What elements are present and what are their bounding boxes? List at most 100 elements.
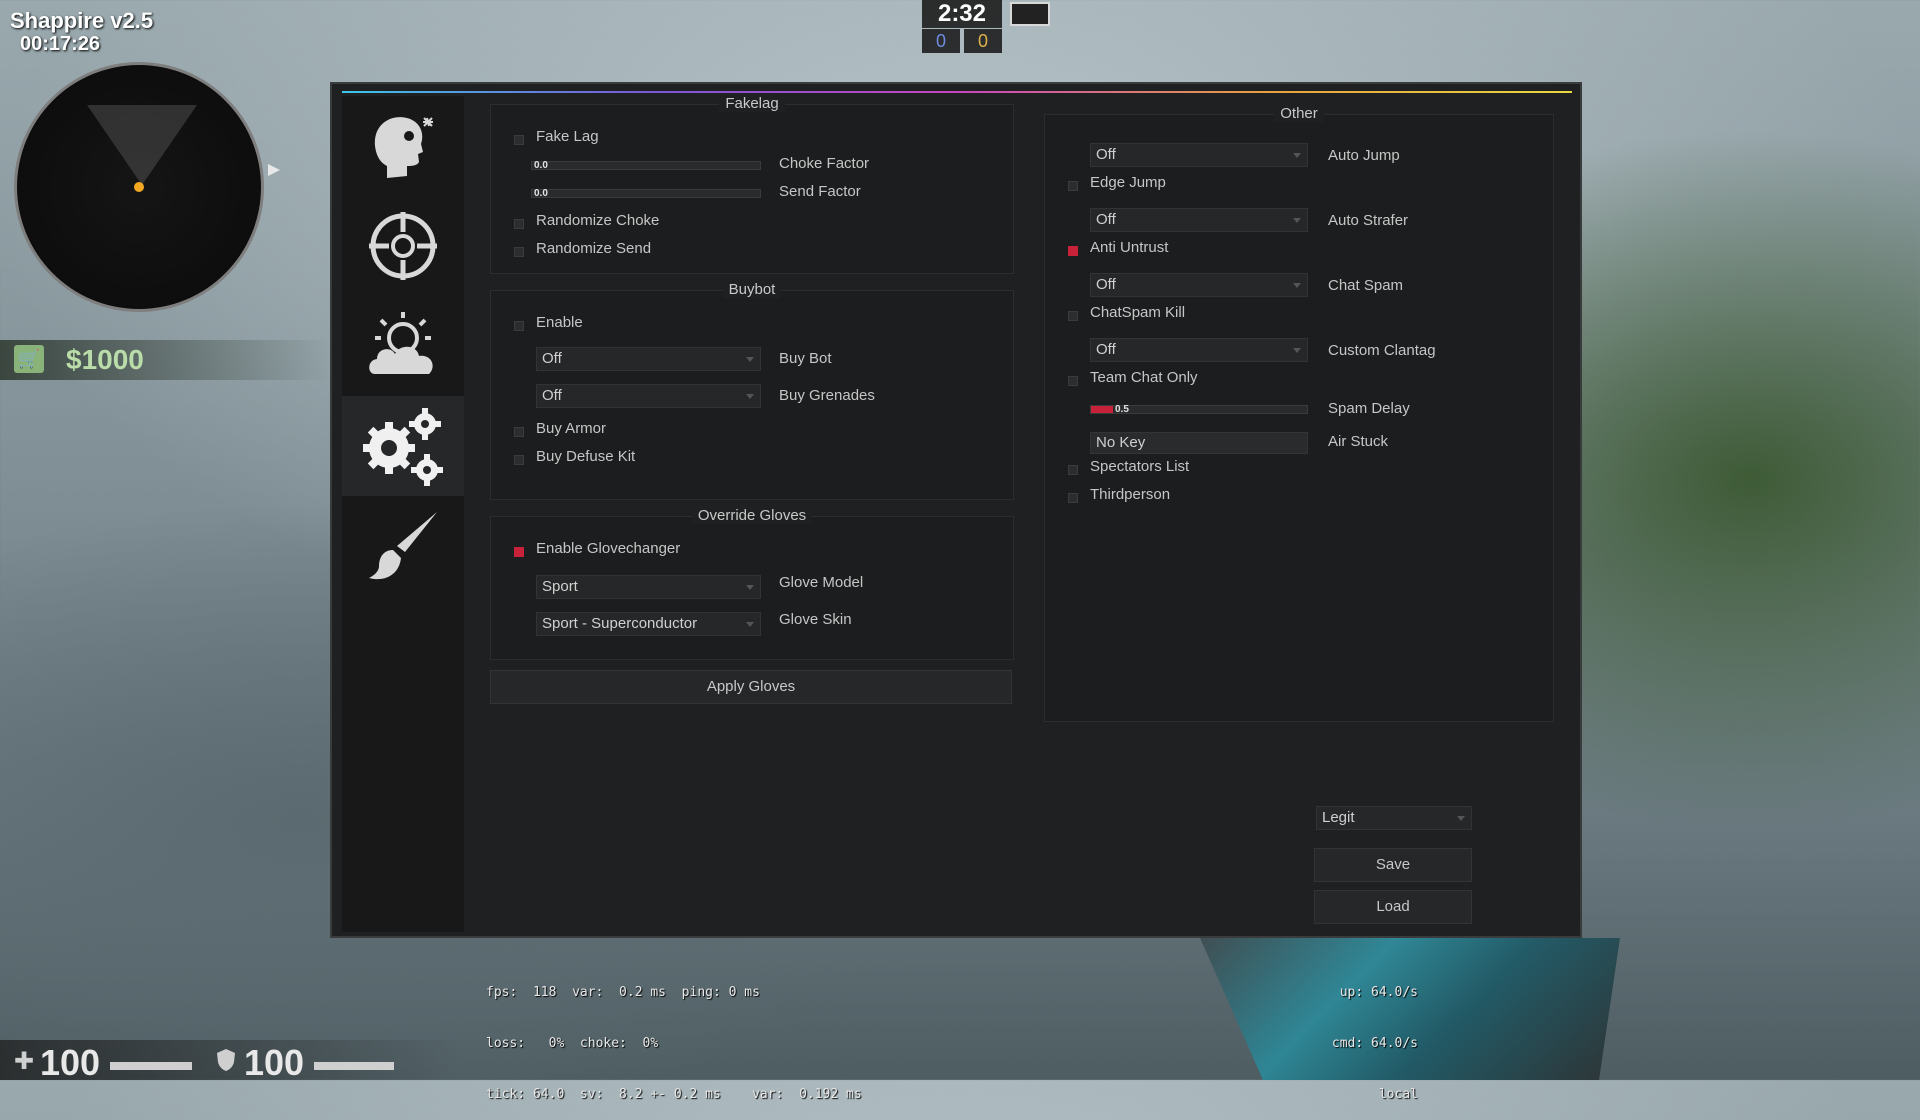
- netgraph-local: local: [1378, 1087, 1418, 1102]
- score-ct: 0: [922, 29, 960, 53]
- score-t: 0: [964, 29, 1002, 53]
- radar: [14, 62, 264, 312]
- health-value: 100: [40, 1042, 101, 1083]
- config-selected-value: Legit: [1322, 809, 1355, 826]
- config-dropdown[interactable]: Legit: [1316, 806, 1472, 830]
- randomize-choke-label: Randomize Choke: [536, 212, 660, 229]
- tab-misc[interactable]: [342, 396, 464, 496]
- armor-shield-icon: [217, 1049, 235, 1071]
- randomize-send-checkbox[interactable]: [514, 247, 524, 257]
- session-time: 00:17:26: [20, 33, 101, 55]
- tab-skins[interactable]: [342, 496, 464, 596]
- spectators-list-checkbox[interactable]: [1068, 465, 1078, 475]
- cheat-title: Shappire v2.5: [10, 8, 154, 33]
- chatspam-kill-label: ChatSpam Kill: [1090, 304, 1186, 321]
- chevron-down-icon: [746, 394, 754, 399]
- auto-jump-label: Auto Jump: [1328, 147, 1400, 164]
- override-gloves-group: Override Gloves Enable Glovechanger Spor…: [490, 507, 1014, 660]
- chevron-down-icon: [1293, 218, 1301, 223]
- spam-delay-fill: [1091, 406, 1113, 413]
- radar-view-cone: [87, 105, 197, 185]
- override-gloves-title: Override Gloves: [691, 507, 813, 524]
- save-config-button[interactable]: Save: [1314, 848, 1472, 882]
- auto-jump-value: Off: [1096, 146, 1116, 163]
- team-chat-only-checkbox[interactable]: [1068, 376, 1078, 386]
- radar-arrow-icon: [268, 164, 280, 176]
- tab-visuals[interactable]: [342, 296, 464, 396]
- edge-jump-label: Edge Jump: [1090, 174, 1166, 191]
- round-timer: 2:32: [922, 0, 1002, 28]
- spam-delay-label: Spam Delay: [1328, 400, 1410, 417]
- menu-sidebar: [342, 96, 464, 932]
- money-amount: $1000: [66, 344, 144, 375]
- glove-model-dropdown[interactable]: Sport: [536, 575, 761, 599]
- auto-strafer-dropdown[interactable]: Off: [1090, 208, 1308, 232]
- chat-spam-dropdown[interactable]: Off: [1090, 273, 1308, 297]
- custom-clantag-dropdown[interactable]: Off: [1090, 338, 1308, 362]
- chatspam-kill-checkbox[interactable]: [1068, 311, 1078, 321]
- chat-spam-label: Chat Spam: [1328, 277, 1404, 294]
- thirdperson-label: Thirdperson: [1090, 486, 1171, 503]
- crosshair-icon: [369, 212, 437, 280]
- buy-defuse-kit-label: Buy Defuse Kit: [536, 448, 636, 465]
- health-meter: [110, 1062, 192, 1070]
- buy-cart-icon: 🛒: [14, 345, 44, 373]
- load-config-button[interactable]: Load: [1314, 890, 1472, 924]
- randomize-choke-checkbox[interactable]: [514, 219, 524, 229]
- netgraph-up-rate: up: 64.0/s: [1339, 985, 1418, 1000]
- choke-factor-label: Choke Factor: [779, 155, 870, 172]
- buy-grenades-value: Off: [542, 387, 562, 404]
- buybot-group: Buybot Enable Off Buy Bot Off Buy Grenad…: [490, 281, 1014, 500]
- netgraph-line-fps: fps: 118 var: 0.2 ms ping: 0 ms: [486, 985, 760, 1000]
- spectators-list-label: Spectators List: [1090, 458, 1190, 475]
- air-stuck-keybind[interactable]: No Key: [1090, 432, 1308, 454]
- buy-armor-label: Buy Armor: [536, 420, 607, 437]
- edge-jump-checkbox[interactable]: [1068, 181, 1078, 191]
- team-badge-icon: [1010, 2, 1050, 26]
- chevron-down-icon: [1293, 153, 1301, 158]
- radar-player-dot: [134, 182, 144, 192]
- netgraph-line-loss: loss: 0% choke: 0%: [486, 1036, 659, 1051]
- auto-strafer-value: Off: [1096, 211, 1116, 228]
- tab-legitbot[interactable]: [342, 196, 464, 296]
- fakelag-title: Fakelag: [719, 95, 785, 112]
- team-chat-only-label: Team Chat Only: [1090, 369, 1198, 386]
- netgraph: fps: 118 var: 0.2 ms ping: 0 ms loss: 0%…: [486, 950, 862, 1120]
- chevron-down-icon: [746, 622, 754, 627]
- glove-skin-label: Glove Skin: [779, 611, 852, 628]
- air-stuck-label: Air Stuck: [1328, 433, 1389, 450]
- other-title: Other: [1274, 105, 1324, 122]
- auto-jump-dropdown[interactable]: Off: [1090, 143, 1308, 167]
- enable-glovechanger-label: Enable Glovechanger: [536, 540, 681, 557]
- buy-defuse-kit-checkbox[interactable]: [514, 455, 524, 465]
- anti-untrust-checkbox[interactable]: [1068, 246, 1078, 256]
- buybot-enable-checkbox[interactable]: [514, 321, 524, 331]
- buy-grenades-dropdown[interactable]: Off: [536, 384, 761, 408]
- other-group: Other Off Auto Jump Edge Jump Off Auto S…: [1044, 105, 1554, 722]
- menu-accent-bar: [342, 91, 1572, 93]
- armor-value: 100: [244, 1042, 305, 1083]
- tab-ragebot[interactable]: [342, 96, 464, 196]
- armor-meter: [314, 1062, 394, 1070]
- health-cross-icon: ✚: [14, 1048, 35, 1075]
- gears-icon: [363, 408, 443, 486]
- spam-delay-slider[interactable]: 0.5: [1090, 404, 1308, 415]
- choke-factor-slider[interactable]: 0.0: [531, 160, 761, 171]
- glove-skin-value: Sport - Superconductor: [542, 615, 698, 632]
- custom-clantag-label: Custom Clantag: [1328, 342, 1436, 359]
- glove-skin-dropdown[interactable]: Sport - Superconductor: [536, 612, 761, 636]
- head-target-icon: [374, 117, 433, 178]
- custom-clantag-value: Off: [1096, 341, 1116, 358]
- apply-gloves-button[interactable]: Apply Gloves: [490, 670, 1012, 704]
- buybot-enable-label: Enable: [536, 314, 583, 331]
- thirdperson-checkbox[interactable]: [1068, 493, 1078, 503]
- fakelag-group: Fakelag Fake Lag 0.0 Choke Factor 0.0 Se…: [490, 95, 1014, 274]
- buy-armor-checkbox[interactable]: [514, 427, 524, 437]
- glove-model-value: Sport: [542, 578, 578, 595]
- fake-lag-checkbox[interactable]: [514, 135, 524, 145]
- buy-bot-dropdown[interactable]: Off: [536, 347, 761, 371]
- send-factor-slider[interactable]: 0.0: [531, 188, 761, 199]
- enable-glovechanger-checkbox[interactable]: [514, 547, 524, 557]
- send-factor-label: Send Factor: [779, 183, 861, 200]
- money-bar: 🛒 $1000: [0, 340, 330, 380]
